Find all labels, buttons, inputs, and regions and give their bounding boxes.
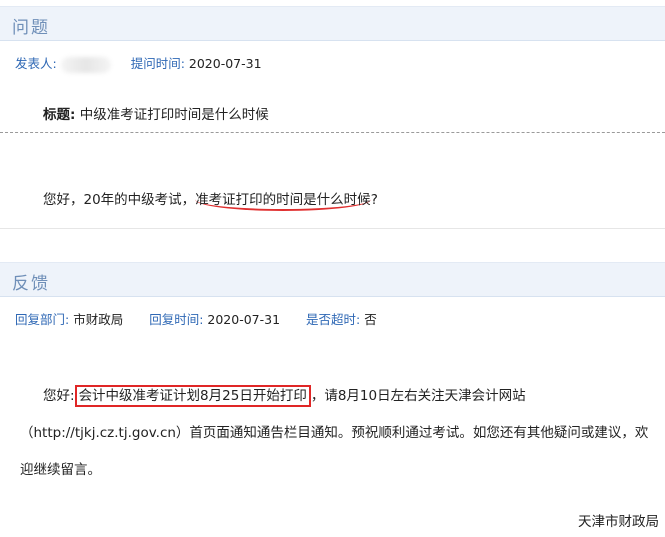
poster-name-redacted bbox=[60, 56, 111, 73]
feedback-header: 反馈 bbox=[0, 262, 665, 297]
question-body-suffix: ? bbox=[370, 192, 378, 208]
question-time-value: 2020-07-31 bbox=[188, 56, 262, 71]
question-title-label: 标题: bbox=[43, 107, 76, 123]
question-section-title: 问题 bbox=[12, 18, 50, 38]
section-divider bbox=[0, 228, 665, 229]
question-body-highlight: 准考证打印的时间是什么时候 bbox=[195, 188, 371, 211]
dept-value: 市财政局 bbox=[73, 312, 124, 327]
question-header: 问题 bbox=[0, 6, 665, 41]
question-title-row: 标题: 中级准考证打印时间是什么时候 bbox=[43, 103, 269, 123]
dashed-divider bbox=[0, 132, 665, 133]
feedback-meta: 回复部门: 市财政局 回复时间: 2020-07-31 是否超时: 否 bbox=[15, 309, 377, 328]
reply-time-value: 2020-07-31 bbox=[207, 312, 281, 327]
signature: 天津市财政局 bbox=[578, 514, 659, 530]
question-body-prefix: 您好，20年的中级考试， bbox=[43, 192, 196, 208]
feedback-section-title: 反馈 bbox=[12, 274, 50, 294]
question-meta: 发表人: 提问时间: 2020-07-31 bbox=[15, 53, 262, 73]
feedback-answer: 您好: 会计中级准考证计划8月25日开始打印 ，请8月10日左右关注天津会计网站（h… bbox=[20, 378, 650, 489]
reply-time-label: 回复时间: bbox=[149, 312, 204, 327]
question-title-value: 中级准考证打印时间是什么时候 bbox=[79, 107, 269, 123]
poster-label: 发表人: bbox=[15, 56, 57, 71]
answer-highlight: 会计中级准考证计划8月25日开始打印 bbox=[74, 385, 311, 407]
question-body: 您好，20年的中级考试，准考证打印的时间是什么时候? bbox=[43, 188, 378, 211]
overdue-value: 否 bbox=[364, 312, 377, 327]
question-time-label: 提问时间: bbox=[130, 56, 185, 71]
dept-label: 回复部门: bbox=[15, 312, 70, 327]
overdue-label: 是否超时: bbox=[306, 312, 361, 327]
answer-prefix: 您好: bbox=[43, 388, 75, 404]
